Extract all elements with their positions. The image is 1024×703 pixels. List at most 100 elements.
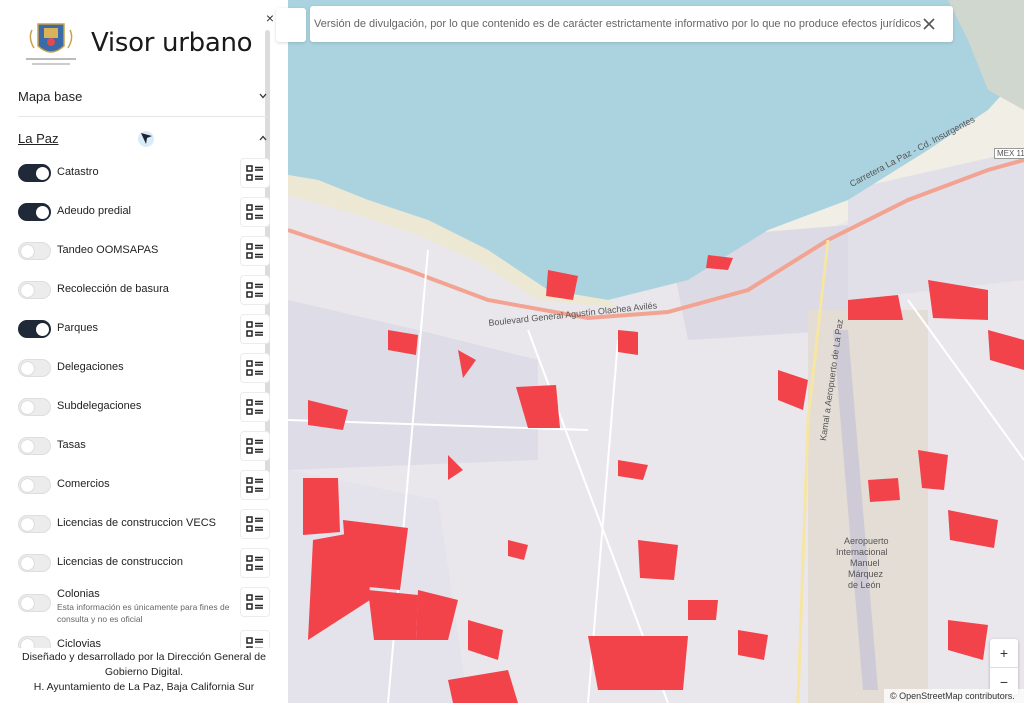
layer-row: Licencias de construccion VECS [18,509,270,541]
legend-list-icon[interactable] [240,587,270,617]
toggle-knob [21,479,34,492]
layer-name: Licencias de construccion [57,556,183,568]
footer-line: Diseñado y desarrollado por la Dirección… [22,651,266,663]
parcel [638,540,678,580]
layer-row: Colonias Esta información es únicamente p… [18,587,270,624]
disclaimer-banner: Versión de divulgación, por lo que conte… [310,6,953,42]
highway-shield: MEX 11 [994,148,1024,159]
app-title: Visor urbano [91,28,253,58]
map-attribution[interactable]: © OpenStreetMap contributors. [884,689,1024,703]
layer-name: Tandeo OOMSAPAS [57,244,159,256]
layer-toggle[interactable] [18,164,51,182]
layer-name: Licencias de construccion VECS [57,517,216,529]
map-canvas[interactable]: Aeropuerto Internacional Manuel Márquez … [288,0,1024,703]
parcel [618,330,638,355]
toggle-knob [36,206,49,219]
sidebar-collapse-button[interactable] [276,8,306,42]
layer-name: Comercios [57,478,110,490]
layer-row: Tasas [18,431,270,463]
toggle-knob [21,440,34,453]
parcel [368,590,418,640]
layer-name: Colonias [57,588,100,600]
toggle-knob [21,557,34,570]
layer-toggle[interactable] [18,594,51,612]
layer-toggle[interactable] [18,476,51,494]
layer-row: Catastro [18,158,270,190]
airport-label-2: Internacional [836,547,888,557]
chevron-up-icon [259,135,267,141]
legend-list-icon[interactable] [240,314,270,344]
toggle-knob [36,323,49,336]
parcel [918,450,948,490]
layer-toggle[interactable] [18,515,51,533]
airport-label-3: Manuel [850,558,880,568]
mouse-cursor-icon [138,131,154,147]
chevron-down-icon [259,93,267,99]
legend-list-icon[interactable] [240,236,270,266]
toggle-knob [36,167,49,180]
parcel [738,630,768,660]
toggle-knob [21,362,34,375]
layer-note: Esta información es únicamente para fine… [57,602,230,624]
map-layer [288,0,1024,703]
section-mapa-base[interactable]: Mapa base [18,84,268,108]
layer-name: Parques [57,322,98,334]
layer-name: Recolección de basura [57,283,169,295]
layer-toggle[interactable] [18,203,51,221]
toggle-knob [21,401,34,414]
layer-toggle[interactable] [18,242,51,260]
layer-name: Subdelegaciones [57,400,142,412]
divider [18,116,268,117]
section-label: La Paz [18,130,59,146]
layer-toggle[interactable] [18,281,51,299]
legend-list-icon[interactable] [240,197,270,227]
layer-row: Tandeo OOMSAPAS [18,236,270,268]
layer-row: Adeudo predial [18,197,270,229]
parcel [303,478,340,535]
layer-row: Subdelegaciones [18,392,270,424]
layer-toggle[interactable] [18,554,51,572]
parcel [343,520,408,590]
disclaimer-text: Versión de divulgación, por lo que conte… [314,18,922,30]
toggle-knob [21,245,34,258]
layer-row: Parques [18,314,270,346]
toggle-knob [21,597,34,610]
close-icon[interactable] [921,16,937,32]
sidebar: × Visor urbano Mapa base La Paz Catastro… [0,0,288,703]
section-label: Mapa base [18,88,83,104]
app-window: Aeropuerto Internacional Manuel Márquez … [0,0,1024,703]
layer-name: Adeudo predial [57,205,132,217]
layer-row: Delegaciones [18,353,270,385]
layer-name: Delegaciones [57,361,124,373]
toggle-knob [21,518,34,531]
footer-line: H. Ayuntamiento de La Paz, Baja Californ… [33,681,255,693]
layer-toggle[interactable] [18,398,51,416]
zoom-in-button[interactable]: + [990,639,1018,667]
legend-list-icon[interactable] [240,509,270,539]
layer-row: Licencias de construccion [18,548,270,580]
layer-name: Catastro [57,166,99,178]
layer-name: Tasas [57,439,86,451]
zoom-control: + − [990,639,1018,695]
parcel [588,636,688,690]
airport-label-5: de León [848,580,881,590]
layer-row: Comercios [18,470,270,502]
airport-label-1: Aeropuerto [844,536,889,546]
layer-toggle[interactable] [18,320,51,338]
footer-line: Gobierno Digital. [104,666,184,678]
layer-toggle[interactable] [18,437,51,455]
parcel [688,600,718,620]
parcel [868,478,900,502]
legend-list-icon[interactable] [240,392,270,422]
legend-list-icon[interactable] [240,353,270,383]
legend-list-icon[interactable] [240,470,270,500]
legend-list-icon[interactable] [240,158,270,188]
legend-list-icon[interactable] [240,548,270,578]
layer-row: Recolección de basura [18,275,270,307]
sidebar-footer: Diseñado y desarrollado por la Dirección… [0,648,288,703]
layer-toggle[interactable] [18,359,51,377]
airport-label-4: Márquez [848,569,884,579]
toggle-knob [21,284,34,297]
legend-list-icon[interactable] [240,275,270,305]
legend-list-icon[interactable] [240,431,270,461]
